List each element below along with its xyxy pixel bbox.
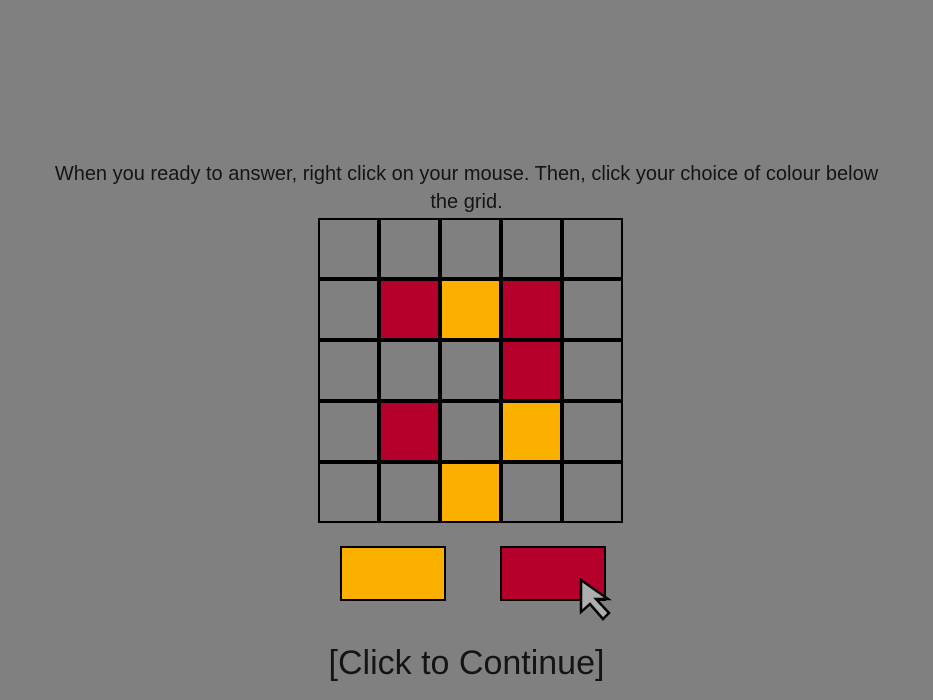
grid-cell-r4-c2[interactable] (379, 401, 440, 462)
grid-cell-r2-c5[interactable] (562, 279, 623, 340)
grid-cell-r4-c3[interactable] (440, 401, 501, 462)
grid-cell-r5-c5[interactable] (562, 462, 623, 523)
grid-cell-r3-c4[interactable] (501, 340, 562, 401)
grid-cell-r1-c3[interactable] (440, 218, 501, 279)
grid-cell-r3-c3[interactable] (440, 340, 501, 401)
grid-cell-r2-c4[interactable] (501, 279, 562, 340)
grid-cell-r5-c2[interactable] (379, 462, 440, 523)
grid-cell-r2-c1[interactable] (318, 279, 379, 340)
grid-cell-r5-c1[interactable] (318, 462, 379, 523)
grid-cell-r1-c2[interactable] (379, 218, 440, 279)
grid-cell-r2-c2[interactable] (379, 279, 440, 340)
choice-yellow-button[interactable] (340, 546, 446, 601)
instructions-text: When you ready to answer, right click on… (54, 163, 879, 213)
grid-cell-r1-c4[interactable] (501, 218, 562, 279)
color-grid (318, 218, 623, 523)
grid-cell-r4-c4[interactable] (501, 401, 562, 462)
grid-cell-r3-c5[interactable] (562, 340, 623, 401)
grid-cell-r3-c2[interactable] (379, 340, 440, 401)
grid-cell-r3-c1[interactable] (318, 340, 379, 401)
grid-cell-r1-c5[interactable] (562, 218, 623, 279)
grid-cell-r2-c3[interactable] (440, 279, 501, 340)
mouse-pointer-icon (579, 577, 612, 621)
grid-cell-r5-c4[interactable] (501, 462, 562, 523)
grid-cell-r1-c1[interactable] (318, 218, 379, 279)
grid-cell-r4-c5[interactable] (562, 401, 623, 462)
grid-cell-r4-c1[interactable] (318, 401, 379, 462)
grid-cell-r5-c3[interactable] (440, 462, 501, 523)
continue-button[interactable]: [Click to Continue] (0, 642, 933, 684)
